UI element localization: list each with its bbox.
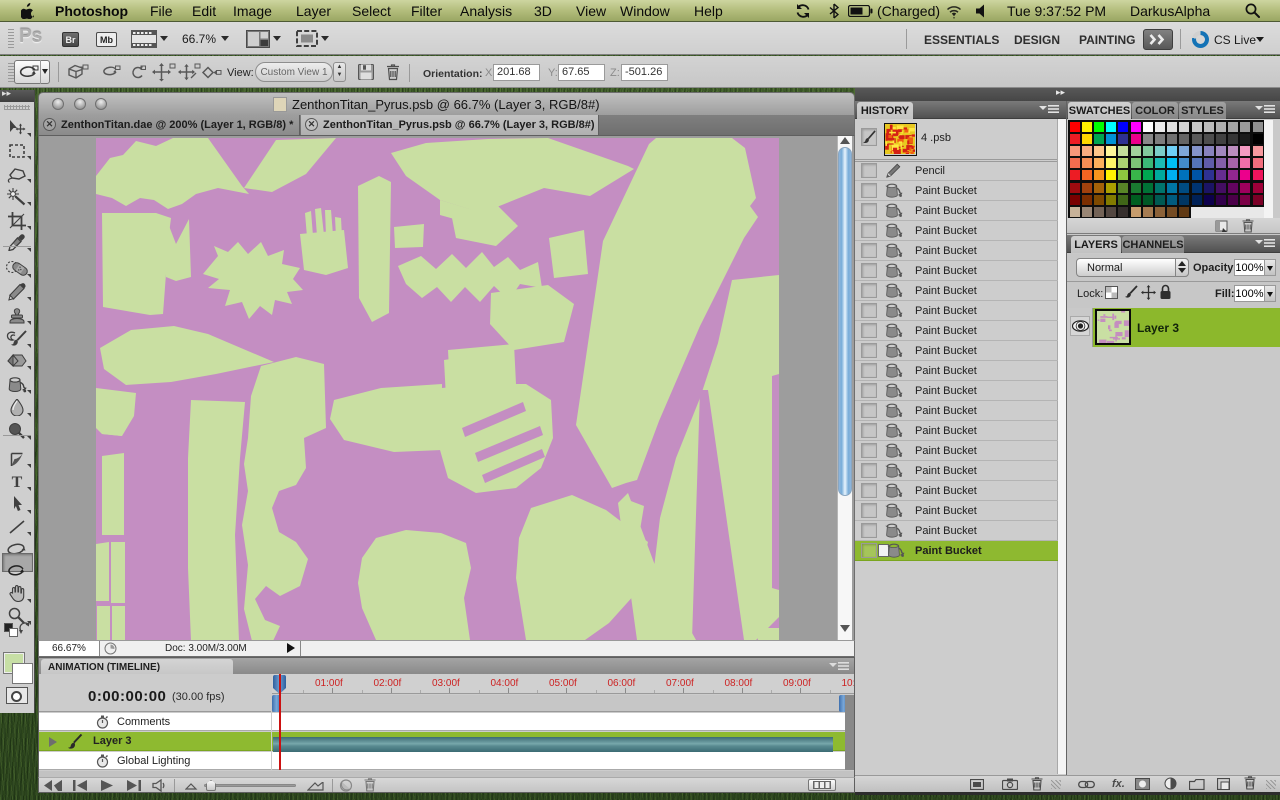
svg-text:T: T: [12, 474, 23, 489]
